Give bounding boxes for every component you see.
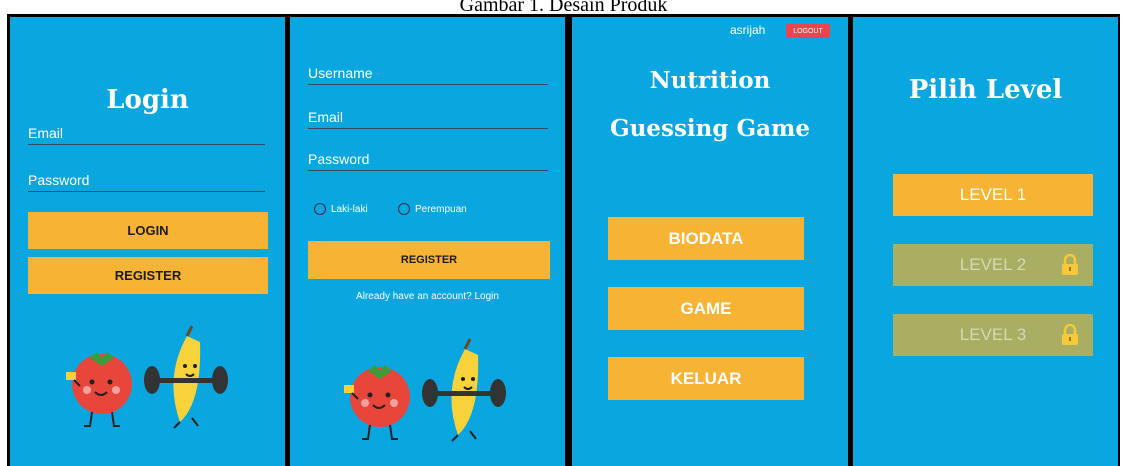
radio-label: Laki-laki	[331, 203, 368, 215]
login-link[interactable]: Already have an account? Login	[290, 291, 565, 302]
username-display: asrijah	[730, 23, 766, 37]
logout-button[interactable]: LOGOUT	[786, 24, 830, 38]
game-title-line2: Guessing Game	[610, 115, 810, 142]
radio-circle	[314, 203, 326, 215]
lock-icon	[1062, 324, 1078, 345]
email-label: Email	[28, 125, 64, 141]
register-button[interactable]: REGISTER	[28, 257, 268, 294]
lock-icon	[1062, 254, 1078, 275]
username-label: Username	[308, 65, 373, 81]
tomato-banana-mascot-icon	[344, 338, 506, 442]
game-button[interactable]: GAME	[608, 287, 804, 330]
tomato-banana-mascot-icon	[66, 325, 228, 429]
radio-label: Perempuan	[415, 203, 467, 215]
menu-screen: asrijah LOGOUT Nutrition Guessing Game B…	[572, 17, 848, 466]
email-field[interactable]: Email	[308, 109, 548, 129]
register-button[interactable]: REGISTER	[308, 241, 550, 279]
register-screen: Username Email Password Laki-laki Peremp…	[290, 17, 565, 466]
level-3-label: LEVEL 3	[959, 325, 1027, 344]
email-field[interactable]: Email	[28, 125, 265, 145]
keluar-button[interactable]: KELUAR	[608, 357, 804, 400]
password-field[interactable]: Password	[308, 151, 548, 171]
login-title: Login	[106, 85, 189, 115]
password-label: Password	[28, 172, 90, 188]
password-field[interactable]: Password	[28, 172, 265, 192]
login-screen: Login Email Password LOGIN REGISTER	[10, 17, 285, 466]
level-title: Pilih Level	[908, 75, 1063, 105]
level-2-label: LEVEL 2	[959, 255, 1027, 274]
gender-radio-male[interactable]: Laki-laki	[314, 203, 368, 215]
radio-circle	[398, 203, 410, 215]
biodata-button[interactable]: BIODATA	[608, 217, 804, 260]
game-title-line1: Nutrition	[649, 67, 771, 94]
login-button[interactable]: LOGIN	[28, 212, 268, 249]
password-label: Password	[308, 151, 370, 167]
email-label: Email	[308, 109, 344, 125]
gender-radio-female[interactable]: Perempuan	[398, 203, 467, 215]
level-1-button[interactable]: LEVEL 1	[893, 174, 1093, 216]
level-select-screen: Pilih Level LEVEL 1 LEVEL 2 LEVEL 3	[853, 17, 1118, 466]
username-field[interactable]: Username	[308, 65, 548, 85]
